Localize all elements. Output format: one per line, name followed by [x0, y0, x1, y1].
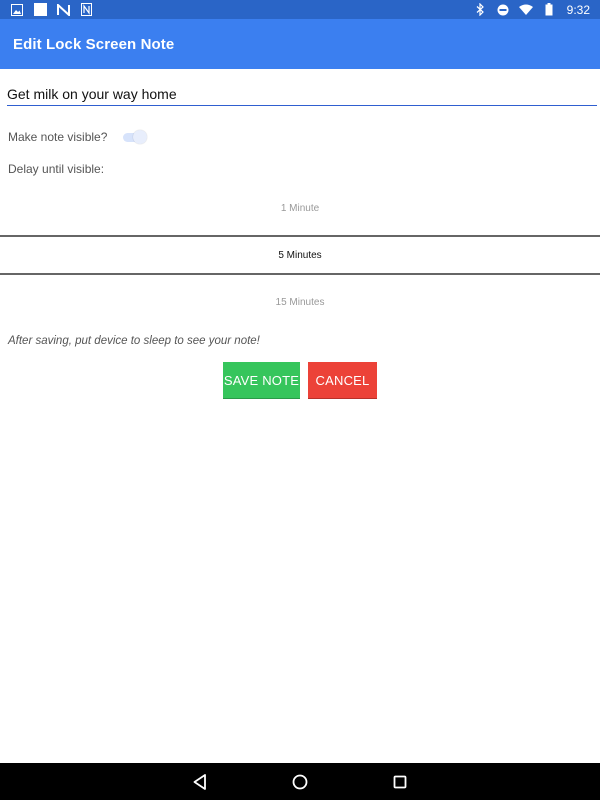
picker-divider-bottom: [0, 273, 600, 275]
visibility-row: Make note visible?: [8, 128, 148, 146]
picker-option-15-minutes[interactable]: 15 Minutes: [0, 297, 600, 308]
navigation-bar: [0, 763, 600, 800]
home-icon[interactable]: [291, 773, 309, 791]
battery-icon: [542, 3, 556, 17]
square-notification-icon: [33, 3, 47, 17]
do-not-disturb-icon: [496, 3, 510, 17]
visibility-toggle[interactable]: [121, 129, 148, 145]
file-icon: [79, 3, 93, 17]
back-icon[interactable]: [191, 773, 209, 791]
status-time: 9:32: [566, 2, 590, 17]
app-bar: Edit Lock Screen Note: [0, 19, 600, 69]
status-bar: 9:32: [0, 0, 600, 19]
picker-divider-top: [0, 235, 600, 237]
picker-option-5-minutes[interactable]: 5 Minutes: [0, 250, 600, 261]
save-note-button[interactable]: SAVE NOTE: [223, 362, 300, 399]
gallery-icon: [10, 3, 24, 17]
wifi-icon: [518, 3, 533, 17]
status-right-icons: 9:32: [473, 3, 590, 17]
hint-text: After saving, put device to sleep to see…: [8, 335, 260, 347]
cancel-button[interactable]: CANCEL: [308, 362, 377, 399]
app-title: Edit Lock Screen Note: [13, 35, 175, 53]
visibility-label: Make note visible?: [8, 130, 108, 144]
bluetooth-icon: [473, 3, 487, 17]
recents-icon[interactable]: [391, 773, 409, 791]
n-notification-icon: [56, 3, 70, 17]
picker-option-1-minute[interactable]: 1 Minute: [0, 203, 600, 214]
status-left-icons: [10, 3, 93, 17]
toggle-thumb: [133, 130, 148, 144]
note-input[interactable]: [7, 84, 597, 106]
delay-label: Delay until visible:: [8, 162, 105, 176]
